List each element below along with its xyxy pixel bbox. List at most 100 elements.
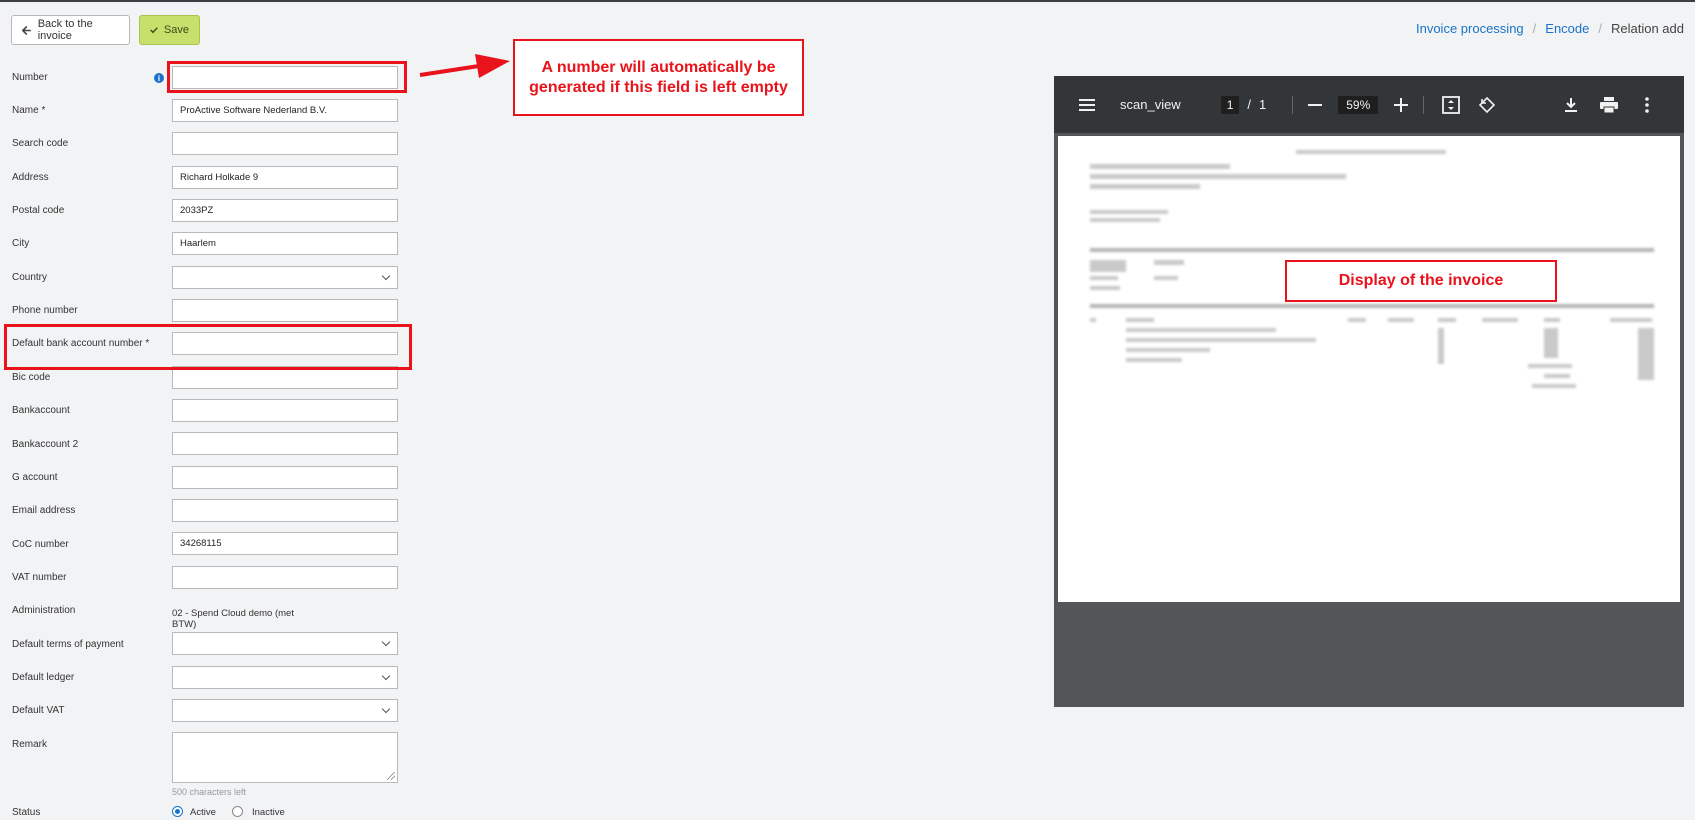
status-inactive-label: Inactive: [252, 807, 285, 818]
status-active-label: Active: [190, 807, 216, 818]
viewer-toolbar: scan_view 1 / 1 59%: [1054, 76, 1684, 133]
blurred-text: [1090, 210, 1168, 214]
status-active-radio[interactable]: [172, 806, 183, 817]
blurred-text: [1090, 276, 1118, 280]
viewer-title: scan_view: [1120, 97, 1181, 112]
blurred-text: [1126, 328, 1276, 332]
city-label: City: [12, 238, 30, 249]
zoom-out-icon[interactable]: [1304, 94, 1326, 116]
country-label: Country: [12, 272, 48, 283]
toolbar-divider: [1292, 95, 1294, 114]
phone-input[interactable]: [172, 299, 398, 322]
blurred-text: [1090, 174, 1346, 179]
bank-account-highlight: [4, 324, 412, 370]
blurred-text: [1126, 348, 1210, 352]
save-button[interactable]: Save: [139, 15, 200, 45]
blurred-text: [1544, 318, 1560, 322]
address-input[interactable]: Richard Holkade 9: [172, 166, 398, 189]
remark-textarea[interactable]: [172, 732, 398, 783]
annotation-arrow-icon: [419, 54, 510, 78]
email-label: Email address: [12, 505, 76, 516]
zoom-in-icon[interactable]: [1390, 94, 1412, 116]
breadcrumb-separator: /: [1598, 21, 1602, 36]
back-to-invoice-button[interactable]: Back to the invoice: [11, 15, 130, 45]
blurred-text: [1090, 286, 1120, 290]
g-account-label: G account: [12, 472, 58, 483]
blurred-text: [1090, 164, 1230, 169]
invoice-page: [1058, 136, 1680, 602]
breadcrumb-encode[interactable]: Encode: [1545, 21, 1589, 36]
postal-code-input[interactable]: 2033PZ: [172, 199, 398, 222]
toolbar-divider: [1423, 95, 1425, 114]
status-label: Status: [12, 807, 41, 818]
blurred-text: [1154, 276, 1178, 280]
status-inactive-radio[interactable]: [232, 806, 243, 817]
search-code-input[interactable]: [172, 132, 398, 155]
name-input[interactable]: ProActive Software Nederland B.V.: [172, 99, 398, 122]
page-total: 1: [1259, 97, 1267, 112]
chars-left-hint: 500 characters left: [172, 787, 247, 797]
blurred-text: [1438, 318, 1456, 322]
administration-value: 02 - Spend Cloud demo (met BTW): [172, 608, 294, 630]
blurred-text: [1482, 318, 1518, 322]
menu-icon[interactable]: [1076, 94, 1098, 116]
vat-number-input[interactable]: [172, 566, 398, 589]
blurred-text: [1090, 184, 1200, 189]
number-label: Number: [12, 72, 48, 83]
arrow-left-icon: [22, 25, 31, 35]
blurred-text: [1090, 260, 1126, 272]
number-annotation: A number will automatically be generated…: [513, 39, 804, 116]
terms-of-payment-select[interactable]: [172, 632, 398, 655]
bankaccount-label: Bankaccount: [12, 405, 70, 416]
blurred-text: [1528, 364, 1572, 368]
g-account-input[interactable]: [172, 466, 398, 489]
display-annotation: Display of the invoice: [1285, 260, 1557, 302]
blurred-text: [1126, 338, 1316, 342]
fit-page-icon[interactable]: [1440, 94, 1462, 116]
blurred-text: [1544, 328, 1558, 358]
download-icon[interactable]: [1560, 94, 1582, 116]
blurred-text: [1126, 318, 1154, 322]
blurred-divider: [1090, 248, 1654, 252]
default-vat-select[interactable]: [172, 699, 398, 722]
address-label: Address: [12, 172, 49, 183]
breadcrumb-current: Relation add: [1611, 21, 1684, 36]
info-icon[interactable]: i: [154, 73, 164, 83]
blurred-text: [1544, 374, 1570, 378]
rotate-icon[interactable]: [1476, 94, 1498, 116]
page-number-input[interactable]: 1: [1220, 95, 1240, 114]
blurred-text: [1126, 358, 1182, 362]
postal-code-label: Postal code: [12, 205, 65, 216]
number-field-highlight: [167, 61, 407, 93]
breadcrumb-separator: /: [1532, 21, 1537, 36]
blurred-text: [1090, 218, 1160, 222]
page-separator: /: [1247, 97, 1252, 112]
coc-number-label: CoC number: [12, 539, 69, 550]
blurred-text: [1154, 260, 1184, 265]
coc-number-input[interactable]: 34268115: [172, 532, 398, 555]
blurred-text: [1438, 328, 1444, 364]
blurred-text: [1296, 150, 1446, 154]
search-code-label: Search code: [12, 138, 69, 149]
blurred-text: [1610, 318, 1652, 322]
print-icon[interactable]: [1598, 94, 1620, 116]
zoom-level[interactable]: 59%: [1338, 95, 1379, 114]
resize-handle-icon[interactable]: [387, 772, 395, 780]
bankaccount2-input[interactable]: [172, 432, 398, 455]
name-label: Name *: [12, 105, 46, 116]
blurred-text: [1090, 318, 1096, 322]
terms-of-payment-label: Default terms of payment: [12, 639, 124, 650]
city-input[interactable]: Haarlem: [172, 232, 398, 255]
breadcrumb-invoice-processing[interactable]: Invoice processing: [1416, 21, 1524, 36]
save-button-label: Save: [163, 24, 189, 36]
default-ledger-label: Default ledger: [12, 672, 75, 683]
email-input[interactable]: [172, 499, 398, 522]
checkmark-icon: [150, 27, 158, 34]
country-select[interactable]: [172, 266, 398, 289]
default-ledger-select[interactable]: [172, 666, 398, 689]
bankaccount-input[interactable]: [172, 399, 398, 422]
blurred-text: [1388, 318, 1414, 322]
more-options-icon[interactable]: [1636, 94, 1658, 116]
remark-label: Remark: [12, 739, 48, 750]
back-button-label: Back to the invoice: [37, 18, 93, 42]
